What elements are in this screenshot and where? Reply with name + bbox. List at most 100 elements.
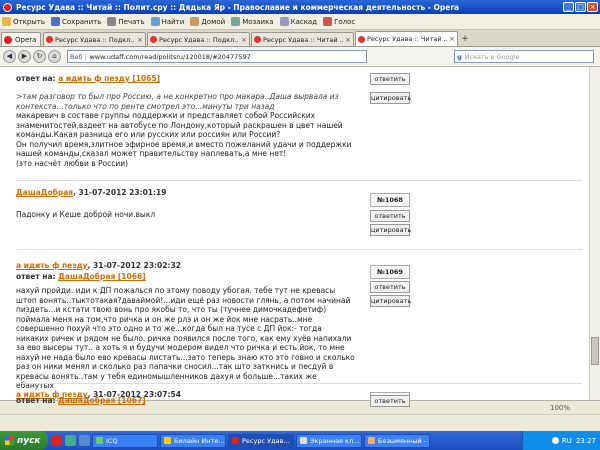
voice-button[interactable]: Голос [323, 17, 355, 26]
voice-icon [323, 17, 333, 26]
paint-icon [368, 437, 375, 444]
cascade-icon [279, 17, 289, 26]
comment-subheader: ответ на: ДашаДобрая [1066] [16, 272, 146, 281]
start-button[interactable]: пуск [0, 431, 48, 450]
find-button[interactable]: Найти [150, 17, 184, 26]
comment-body: >там разговор то был про Россию, а не ко… [16, 92, 356, 168]
opera-logo-icon [3, 2, 12, 12]
tray-icon[interactable] [551, 437, 559, 444]
opera-menu-button[interactable]: Opera [1, 32, 41, 46]
close-tab-icon[interactable]: × [137, 36, 143, 44]
back-icon[interactable]: ◀ [3, 50, 16, 63]
open-button[interactable]: Открыть [2, 17, 45, 26]
folder-icon [2, 17, 11, 26]
panel-area: ответ на: ДашаДобрая [1067] ответить [0, 395, 600, 431]
keyboard-icon [300, 437, 307, 444]
favicon-icon [150, 36, 157, 43]
comment-body: Падонку и Кеше доброй ночи.выкл [16, 210, 156, 219]
home-icon [190, 17, 200, 26]
opera-logo-icon [4, 35, 12, 44]
reply-button[interactable]: ответить [370, 281, 410, 293]
quote-button[interactable]: цитировать [370, 224, 411, 236]
close-tab-icon[interactable]: × [449, 35, 455, 43]
comment-number: №1069 [370, 265, 410, 279]
author-link[interactable]: а идить ф пезду [16, 261, 88, 270]
main-toolbar: Открыть Сохранить Печать Найти Домой Моз… [0, 14, 600, 30]
vertical-scrollbar[interactable] [589, 67, 600, 400]
system-tray: RU 23:27 [522, 431, 600, 450]
comment: ДашаДобрая, 31-07-2012 23:01:19 Падонку … [16, 187, 586, 220]
tile-button[interactable]: Мозаика [231, 17, 274, 26]
close-window-button[interactable]: × [587, 2, 598, 12]
tab-4-active[interactable]: Ресурс Удава :: Читай ... × [355, 31, 458, 46]
task-beeline[interactable]: Билайн Инте... [160, 433, 226, 448]
comment-subheader: ответ на: ДашаДобрая [1067] [16, 396, 146, 405]
magnifier-icon [150, 17, 160, 26]
comment-number: №1068 [370, 193, 410, 207]
reload-icon[interactable]: ↻ [33, 50, 46, 63]
task-onscreen-keyboard[interactable]: Экранная кл... [296, 433, 362, 448]
comment-header: ответ на: а идить ф пезду [1065] [16, 74, 161, 83]
favicon-icon [46, 36, 53, 43]
reply-to-link[interactable]: ДашаДобрая [1067] [58, 396, 145, 405]
favicon-icon [254, 36, 261, 43]
print-button[interactable]: Печать [107, 17, 145, 26]
divider [16, 383, 582, 384]
task-paint[interactable]: Безымянный - Paint [364, 433, 430, 448]
reply-button[interactable]: ответить [370, 210, 410, 222]
maximize-button[interactable]: □ [575, 2, 586, 12]
divider [16, 180, 582, 181]
windows-logo-icon [5, 436, 14, 445]
quicklaunch-icon[interactable] [79, 435, 90, 446]
comment-header: ДашаДобрая, 31-07-2012 23:01:19 [16, 188, 167, 197]
opera-quicklaunch-icon[interactable] [51, 435, 62, 446]
disk-icon [51, 17, 60, 26]
reply-button[interactable]: ответить [370, 395, 410, 407]
comment: ответ на: а идить ф пезду [1065] >там ра… [16, 73, 586, 168]
quote-button[interactable]: цитировать [370, 295, 411, 307]
reply-to-link[interactable]: а идить ф пезду [1065] [58, 74, 160, 83]
tab-2[interactable]: Ресурс Удава :: Подкл... × [147, 32, 250, 46]
beeline-icon [164, 437, 171, 444]
save-button[interactable]: Сохранить [51, 17, 101, 26]
comment-body: нахуй пройди. иди к ДП пожалься по этому… [16, 286, 355, 390]
close-tab-icon[interactable]: × [241, 36, 247, 44]
language-indicator[interactable]: RU [562, 437, 572, 445]
task-icq[interactable]: ICQ [92, 433, 158, 448]
taskbar: пуск ICQ Билайн Инте... Ресурс Удав... Э… [0, 431, 600, 450]
page-content: ответ на: а идить ф пезду [1065] >там ра… [0, 67, 589, 400]
clock: 23:27 [575, 436, 596, 445]
favicon-icon [358, 35, 365, 43]
comment-quote: >там разговор то был про Россию, а не ко… [16, 92, 339, 111]
author-link[interactable]: ДашаДобрая [16, 188, 73, 197]
opera-icon [232, 437, 239, 444]
scroll-thumb[interactable] [591, 337, 599, 365]
tab-bar: Opera Ресурс Удава :: Подкл... × Ресурс У… [0, 30, 600, 47]
post-footer: ответ на: ДашаДобрая [1067] ответить [0, 395, 600, 413]
divider [16, 249, 582, 250]
tab-3[interactable]: Ресурс Удава :: Читай ... × [251, 32, 354, 46]
quote-button[interactable]: цитировать [370, 92, 411, 104]
icq-icon [96, 437, 103, 444]
printer-icon [107, 17, 117, 26]
title-bar: Ресурс Удава :: Читай :: Полит.сру :: Дя… [0, 0, 600, 14]
cascade-button[interactable]: Каскад [279, 17, 317, 26]
close-tab-icon[interactable]: × [345, 36, 351, 44]
window-title: Ресурс Удава :: Читай :: Полит.сру :: Дя… [16, 2, 460, 12]
minimize-button[interactable]: _ [563, 2, 574, 12]
address-bar: ◀ ▶ ↻ ⌂ Веб www.udaff.com/read/politsru/1… [0, 47, 600, 67]
task-opera[interactable]: Ресурс Удав... [228, 433, 294, 448]
reply-to-link[interactable]: ДашаДобрая [1066] [58, 272, 145, 281]
comment-header: а идить ф пезду, 31-07-2012 23:02:32 [16, 261, 181, 270]
google-icon: g [457, 52, 462, 61]
tab-1[interactable]: Ресурс Удава :: Подкл... × [43, 32, 146, 46]
home-button[interactable]: Домой [190, 17, 225, 26]
new-tab-button[interactable]: + [459, 34, 471, 46]
home-icon[interactable]: ⌂ [48, 50, 61, 63]
url-input[interactable]: Веб www.udaff.com/read/politsru/120018/#2… [67, 50, 367, 63]
forward-icon[interactable]: ▶ [18, 50, 31, 63]
comment: а идить ф пезду, 31-07-2012 23:02:32 отв… [16, 260, 586, 391]
search-input[interactable]: g Искать в Google [454, 50, 594, 63]
reply-button[interactable]: ответить [370, 73, 410, 85]
quicklaunch-icon[interactable] [65, 435, 76, 446]
